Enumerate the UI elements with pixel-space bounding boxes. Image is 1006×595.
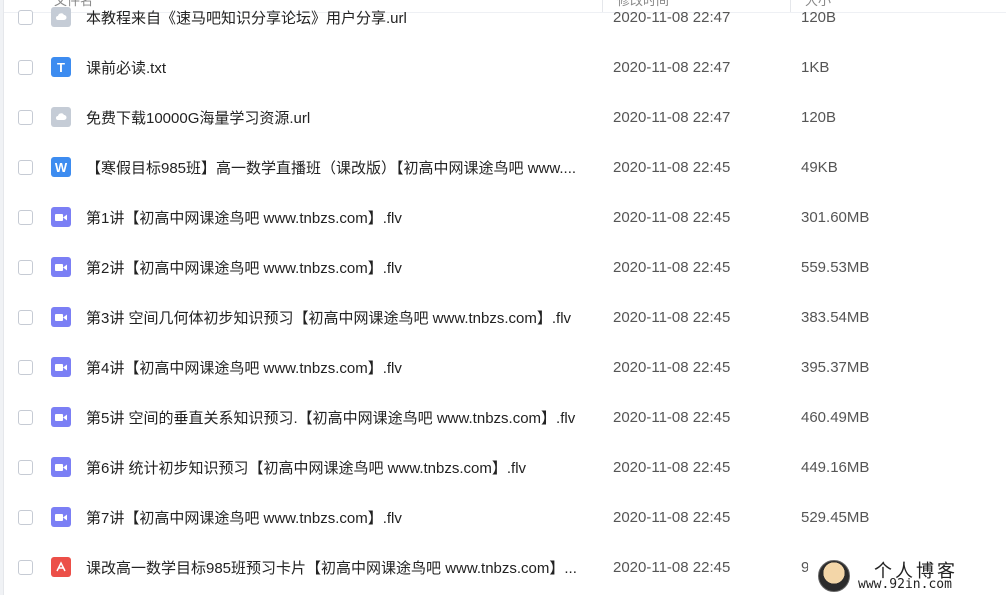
file-modified-date: 2020-11-08 22:45: [613, 258, 731, 276]
file-name-link[interactable]: 免费下载10000G海量学习资源.url: [86, 107, 310, 128]
file-row[interactable]: 第5讲 空间的垂直关系知识预习.【初高中网课途鸟吧 www.tnbzs.com】…: [4, 392, 1006, 442]
file-name-link[interactable]: 课前必读.txt: [86, 57, 166, 78]
file-name-link[interactable]: 第3讲 空间几何体初步知识预习【初高中网课途鸟吧 www.tnbzs.com】.…: [86, 307, 571, 328]
file-size: 301.60MB: [801, 208, 870, 226]
file-row[interactable]: 免费下载10000G海量学习资源.url 2020-11-08 22:47 120B: [4, 92, 1006, 142]
file-row[interactable]: W 【寒假目标985班】高一数学直播班（课改版）【初高中网课途鸟吧 www....…: [4, 142, 1006, 192]
file-size: 449.16MB: [801, 458, 870, 476]
file-row[interactable]: 第7讲【初高中网课途鸟吧 www.tnbzs.com】.flv 2020-11-0…: [4, 492, 1006, 542]
row-checkbox[interactable]: [18, 9, 33, 25]
file-modified-date: 2020-11-08 22:47: [613, 8, 731, 26]
file-size: 395.37MB: [801, 358, 870, 376]
file-size: 460.49MB: [801, 408, 870, 426]
file-type-glyph: [51, 107, 71, 127]
file-modified-date: 2020-11-08 22:47: [613, 58, 731, 76]
file-size: 49KB: [801, 158, 838, 176]
file-modified-date: 2020-11-08 22:45: [613, 508, 731, 526]
video-file-icon: [51, 257, 71, 277]
file-type-glyph: [51, 7, 71, 27]
row-checkbox[interactable]: [18, 509, 33, 525]
file-row[interactable]: 第2讲【初高中网课途鸟吧 www.tnbzs.com】.flv 2020-11-0…: [4, 242, 1006, 292]
file-size: 1KB: [801, 58, 830, 76]
video-file-icon: [51, 457, 71, 477]
watermark: 个人博客 www.92in.com: [808, 555, 1006, 595]
file-row[interactable]: 本教程来自《速马吧知识分享论坛》用户分享.url 2020-11-08 22:47…: [4, 0, 1006, 42]
file-modified-date: 2020-11-08 22:45: [613, 158, 731, 176]
file-modified-date: 2020-11-08 22:45: [613, 308, 731, 326]
file-type-glyph: [51, 507, 71, 527]
file-modified-date: 2020-11-08 22:45: [613, 408, 731, 426]
file-modified-date: 2020-11-08 22:45: [613, 208, 731, 226]
file-modified-date: 2020-11-08 22:45: [613, 358, 731, 376]
file-type-glyph: [51, 457, 71, 477]
url-file-icon: [51, 7, 71, 27]
file-size: 120B: [801, 8, 837, 26]
file-type-glyph: [51, 257, 71, 277]
row-checkbox[interactable]: [18, 259, 33, 275]
file-name-link[interactable]: 本教程来自《速马吧知识分享论坛》用户分享.url: [86, 7, 407, 28]
row-checkbox[interactable]: [18, 409, 33, 425]
file-name-link[interactable]: 第1讲【初高中网课途鸟吧 www.tnbzs.com】.flv: [86, 207, 402, 228]
file-name-link[interactable]: 第7讲【初高中网课途鸟吧 www.tnbzs.com】.flv: [86, 507, 402, 528]
row-checkbox[interactable]: [18, 359, 33, 375]
row-checkbox[interactable]: [18, 559, 33, 575]
row-checkbox[interactable]: [18, 459, 33, 475]
file-size: 529.45MB: [801, 508, 870, 526]
file-name-link[interactable]: 第6讲 统计初步知识预习【初高中网课途鸟吧 www.tnbzs.com】.flv: [86, 457, 526, 478]
video-file-icon: [51, 307, 71, 327]
file-type-glyph: [51, 557, 71, 577]
file-type-glyph: [51, 207, 71, 227]
file-name-link[interactable]: 第5讲 空间的垂直关系知识预习.【初高中网课途鸟吧 www.tnbzs.com】…: [86, 407, 575, 428]
row-checkbox[interactable]: [18, 109, 33, 125]
file-type-glyph: [51, 357, 71, 377]
file-size: 383.54MB: [801, 308, 870, 326]
video-file-icon: [51, 357, 71, 377]
file-size: 559.53MB: [801, 258, 870, 276]
row-checkbox[interactable]: [18, 59, 33, 75]
file-row[interactable]: 第3讲 空间几何体初步知识预习【初高中网课途鸟吧 www.tnbzs.com】.…: [4, 292, 1006, 342]
file-name-link[interactable]: 第2讲【初高中网课途鸟吧 www.tnbzs.com】.flv: [86, 257, 402, 278]
pdf-file-icon: [51, 557, 71, 577]
video-file-icon: [51, 507, 71, 527]
file-type-glyph: W: [54, 159, 68, 175]
file-name-link[interactable]: 第4讲【初高中网课途鸟吧 www.tnbzs.com】.flv: [86, 357, 402, 378]
file-row[interactable]: 第4讲【初高中网课途鸟吧 www.tnbzs.com】.flv 2020-11-0…: [4, 342, 1006, 392]
row-checkbox[interactable]: [18, 209, 33, 225]
file-name-link[interactable]: 课改高一数学目标985班预习卡片【初高中网课途鸟吧 www.tnbzs.com】…: [86, 557, 577, 578]
file-name-link[interactable]: 【寒假目标985班】高一数学直播班（课改版）【初高中网课途鸟吧 www....: [86, 157, 576, 178]
file-row[interactable]: 第1讲【初高中网课途鸟吧 www.tnbzs.com】.flv 2020-11-0…: [4, 192, 1006, 242]
avatar-icon: [818, 560, 850, 592]
row-checkbox[interactable]: [18, 159, 33, 175]
file-type-glyph: T: [57, 59, 65, 75]
file-modified-date: 2020-11-08 22:45: [613, 558, 731, 576]
file-modified-date: 2020-11-08 22:45: [613, 458, 731, 476]
file-type-glyph: [51, 307, 71, 327]
word-file-icon: W: [51, 157, 71, 177]
file-modified-date: 2020-11-08 22:47: [613, 108, 731, 126]
watermark-url: www.92in.com: [858, 577, 952, 592]
file-type-glyph: [51, 407, 71, 427]
url-file-icon: [51, 107, 71, 127]
file-row[interactable]: T 课前必读.txt 2020-11-08 22:47 1KB: [4, 42, 1006, 92]
txt-file-icon: T: [51, 57, 71, 77]
file-size: 120B: [801, 108, 837, 126]
file-row[interactable]: 第6讲 统计初步知识预习【初高中网课途鸟吧 www.tnbzs.com】.flv…: [4, 442, 1006, 492]
row-checkbox[interactable]: [18, 309, 33, 325]
video-file-icon: [51, 407, 71, 427]
video-file-icon: [51, 207, 71, 227]
